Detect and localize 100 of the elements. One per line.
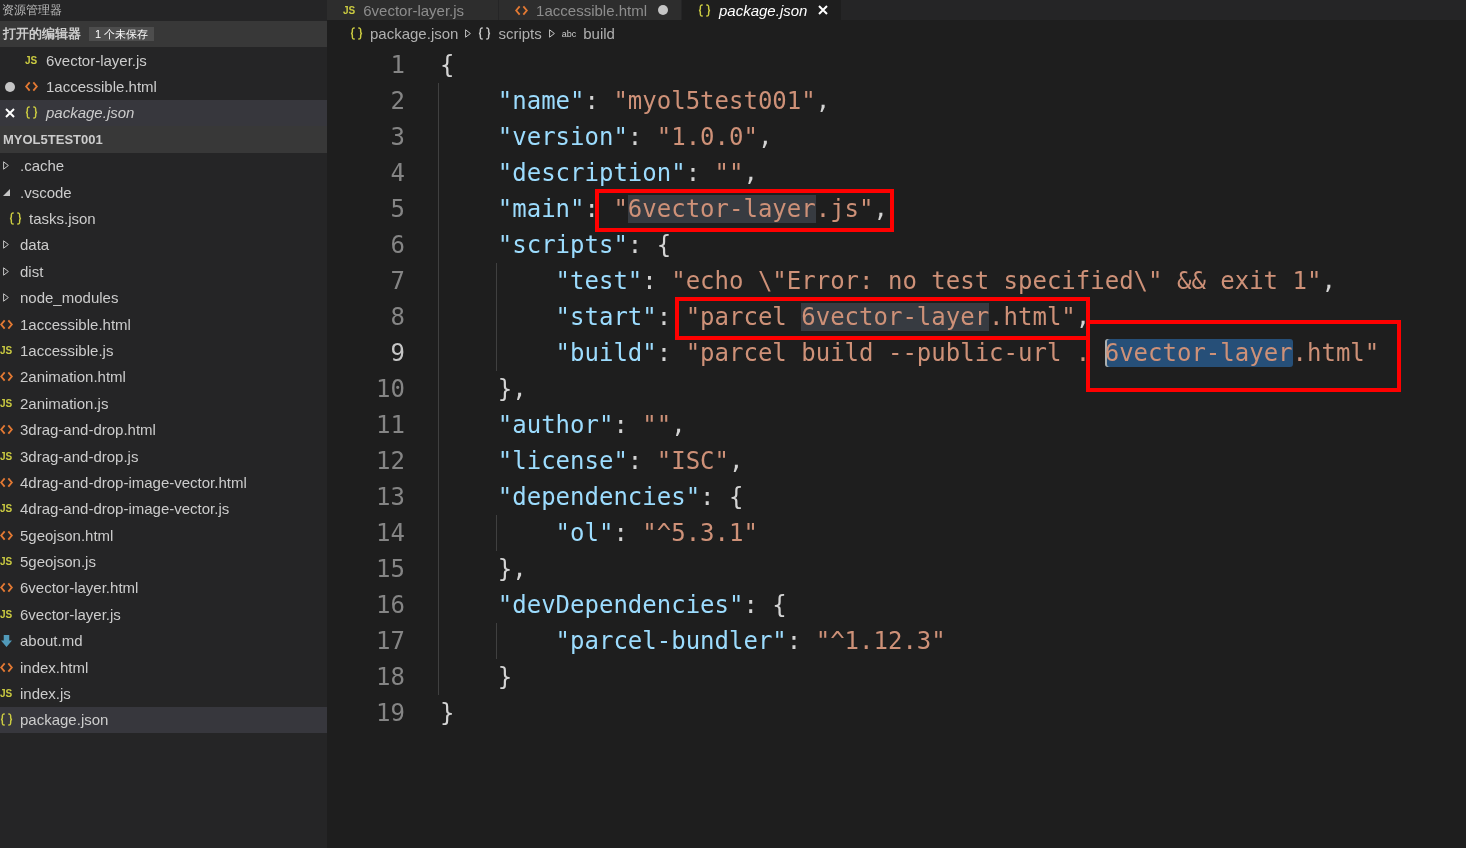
tree-item[interactable]: .cache: [0, 152, 327, 179]
braces-icon: [698, 3, 711, 17]
section-header[interactable]: MYOL5TEST001: [0, 126, 327, 153]
tree-item[interactable]: JS 1accessible.js: [0, 337, 327, 364]
js-file-icon: JS: [0, 450, 13, 462]
code-line: "description": "",: [440, 155, 758, 191]
code-line: "license": "ISC",: [440, 443, 744, 479]
code-line: "author": "",: [440, 407, 686, 443]
tree-item[interactable]: node_modules: [0, 284, 327, 311]
code-line: "parcel-bundler": "^1.12.3": [440, 623, 946, 659]
line-number: 6: [389, 230, 405, 261]
tree-item[interactable]: JS 2animation.js: [0, 390, 327, 417]
js-file-icon: JS: [0, 688, 13, 700]
code-line: "dependencies": {: [440, 479, 744, 515]
tree-item[interactable]: JS index.js: [0, 680, 327, 707]
tree-item[interactable]: dist: [0, 258, 327, 285]
tree-item[interactable]: JS 6vector-layer.js: [0, 601, 327, 628]
line-number: 1: [389, 50, 405, 81]
dot-icon: [658, 5, 668, 15]
caret-down-icon: [2, 188, 10, 196]
section-title: MYOL5TEST001: [3, 131, 103, 147]
tree-item[interactable]: JS 5geojson.js: [0, 548, 327, 575]
js-file-icon: JS: [0, 397, 13, 409]
tree-item[interactable]: JS 3drag-and-drop.js: [0, 442, 327, 470]
tree-item[interactable]: 2animation.html: [0, 363, 327, 391]
js-file-icon: JS: [343, 4, 356, 16]
braces-icon: [350, 27, 363, 40]
code-line: "ol": "^5.3.1": [440, 515, 758, 551]
code-line: "start": "parcel 6vector-layer.html",: [440, 299, 1091, 335]
tree-item[interactable]: 1accessible.html: [0, 310, 327, 338]
open-editor-item[interactable]: package.json: [0, 99, 327, 127]
js-file-icon: JS: [0, 344, 13, 356]
line-number: 10: [375, 374, 405, 405]
line-number: 4: [389, 158, 405, 189]
tree-item[interactable]: data: [0, 231, 327, 259]
code-brackets-icon: [0, 318, 13, 330]
open-editor-item[interactable]: 1accessible.html: [0, 73, 327, 100]
arrow-down-icon: [0, 634, 12, 647]
close-icon[interactable]: [818, 5, 829, 15]
line-number: 3: [389, 122, 405, 153]
code-brackets-icon: [0, 582, 13, 594]
line-number: 9: [389, 338, 405, 369]
line-number: 7: [389, 266, 405, 297]
editor-tab[interactable]: package.json: [682, 0, 843, 20]
code-brackets-icon: [515, 4, 529, 16]
js-file-icon: JS: [0, 503, 13, 515]
line-number: 2: [389, 86, 405, 117]
tree-item[interactable]: index.html: [0, 653, 327, 681]
unsaved-count-badge: 1 个未保存: [89, 26, 155, 41]
line-number: 14: [375, 518, 405, 549]
panel-title: 资源管理器: [1, 4, 62, 17]
code-line: "version": "1.0.0",: [440, 119, 773, 155]
code-line: "main": "6vector-layer.js",: [440, 191, 888, 227]
tree-item[interactable]: tasks.json: [0, 205, 327, 232]
caret-right-icon: [3, 161, 9, 171]
line-number: 18: [375, 662, 405, 693]
braces-icon: [0, 713, 13, 727]
code-brackets-icon: [0, 529, 13, 541]
line-number: 16: [375, 590, 405, 621]
tree-item[interactable]: JS 4drag-and-drop-image-vector.js: [0, 495, 327, 522]
caret-right-icon: [548, 29, 555, 38]
section-header[interactable]: 打开的编辑器 1 个未保存: [0, 20, 327, 47]
breadcrumb-item[interactable]: package.json: [350, 25, 459, 42]
close-icon[interactable]: [5, 107, 15, 118]
line-number: 17: [375, 626, 405, 657]
tree-item[interactable]: 4drag-and-drop-image-vector.html: [0, 469, 327, 496]
dot-icon: [5, 81, 15, 92]
code-brackets-icon: [0, 424, 13, 436]
code-line: "scripts": {: [440, 227, 672, 263]
code-line: }: [440, 698, 455, 729]
section-title: 打开的编辑器: [3, 24, 81, 43]
tree-item[interactable]: 5geojson.html: [0, 522, 327, 549]
line-number: 19: [375, 698, 405, 729]
tree-item[interactable]: about.md: [0, 627, 327, 654]
editor-tab[interactable]: 1accessible.html: [499, 0, 682, 20]
breadcrumb-item[interactable]: scripts: [478, 25, 542, 42]
code-line: },: [440, 371, 527, 407]
tree-item[interactable]: 3drag-and-drop.html: [0, 416, 327, 443]
code-line: "test": "echo \"Error: no test specified\" && exit 1",: [440, 263, 1336, 299]
code-line: {: [440, 50, 455, 81]
tree-item[interactable]: .vscode: [0, 178, 327, 206]
braces-icon: [8, 212, 22, 225]
breadcrumb-item[interactable]: abc build: [561, 25, 615, 42]
tree-item[interactable]: package.json: [0, 706, 327, 734]
js-file-icon: JS: [0, 608, 13, 620]
line-number: 5: [389, 194, 405, 225]
editor-tab[interactable]: JS 6vector-layer.js: [327, 0, 500, 20]
caret-right-icon: [3, 293, 9, 303]
code-line: "name": "myol5test001",: [440, 83, 831, 119]
code-brackets-icon: [0, 371, 13, 383]
tree-item[interactable]: 6vector-layer.html: [0, 574, 327, 602]
code-brackets-icon: [24, 81, 38, 93]
braces-icon: [478, 27, 492, 40]
caret-right-icon: [3, 266, 9, 276]
code-brackets-icon: [0, 661, 13, 673]
js-file-icon: JS: [0, 556, 13, 568]
line-number: 8: [389, 302, 405, 333]
code-line: "devDependencies": {: [440, 587, 787, 623]
open-editor-item[interactable]: JS 6vector-layer.js: [0, 47, 327, 74]
caret-right-icon: [465, 29, 472, 38]
